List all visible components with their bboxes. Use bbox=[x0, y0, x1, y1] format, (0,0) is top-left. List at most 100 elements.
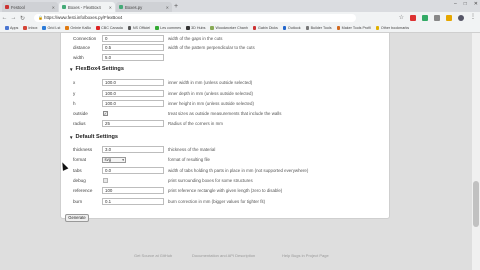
setting-description: inner depth in mm (unless outside select… bbox=[168, 91, 253, 96]
bookmark-label: Grid Lst bbox=[47, 26, 61, 30]
debug-checkbox[interactable] bbox=[103, 178, 108, 183]
flexbox-settings-header[interactable]: ▼ FlexBox4 Settings bbox=[69, 66, 124, 72]
new-tab-icon[interactable]: + bbox=[172, 3, 180, 11]
lock-icon: 🔒 bbox=[38, 15, 43, 20]
bookmark-item[interactable]: Onlnie KaBo bbox=[65, 26, 91, 30]
setting-description: width of the gaps in the cuts bbox=[168, 36, 223, 41]
bookmark-icon bbox=[305, 26, 310, 30]
setting-row: tabs width of tabs holding th parts in p… bbox=[73, 167, 308, 174]
bookmark-item[interactable]: 3D Hubs bbox=[186, 26, 205, 30]
bookmark-icon bbox=[127, 26, 132, 30]
scrollbar-thumb[interactable] bbox=[473, 181, 479, 227]
setting-label: h bbox=[73, 101, 76, 106]
folder-icon bbox=[375, 26, 380, 30]
default-settings-header[interactable]: ▼ Default Settings bbox=[69, 134, 118, 140]
bookmark-label: Les commes bbox=[160, 26, 182, 30]
extension-icon[interactable] bbox=[434, 14, 440, 21]
menu-icon[interactable]: ⋮ bbox=[470, 14, 476, 21]
bookmark-label: Builder Tools bbox=[310, 26, 332, 30]
h-input[interactable] bbox=[102, 100, 164, 107]
y-input[interactable] bbox=[102, 90, 164, 97]
setting-row: Connection width of the gaps in the cuts bbox=[73, 35, 222, 42]
setting-label: thickness bbox=[73, 147, 93, 152]
tabs-input[interactable] bbox=[102, 167, 164, 174]
reference-input[interactable] bbox=[102, 187, 164, 194]
bookmark-label: Woodworker Chanh bbox=[215, 26, 248, 30]
bookmark-icon bbox=[186, 26, 190, 30]
close-tab-icon[interactable]: ✕ bbox=[109, 5, 112, 10]
setting-label: reference bbox=[73, 188, 93, 193]
setting-label: outside bbox=[73, 111, 88, 116]
setting-label: format bbox=[73, 157, 87, 162]
bookmark-label: Gabin Dicks bbox=[257, 26, 278, 30]
setting-row: radius Radius of the corners in mm bbox=[73, 120, 223, 127]
setting-row: burn burn correction in mm (bigger value… bbox=[73, 198, 265, 205]
setting-description: width of the pattern perpendicular to th… bbox=[168, 45, 255, 50]
close-tab-icon[interactable]: ✕ bbox=[166, 5, 169, 10]
chevron-down-icon: ▾ bbox=[122, 157, 124, 162]
setting-input[interactable] bbox=[102, 35, 164, 42]
setting-description: Radius of the corners in mm bbox=[168, 121, 223, 126]
bookmark-label: Maker Tools Profil bbox=[341, 26, 371, 30]
bookmark-item[interactable]: Builder Tools bbox=[305, 26, 332, 30]
address-bar[interactable]: 🔒 https://www.festi.info/boxes.py/FlexBo… bbox=[34, 14, 356, 22]
setting-row: h inner height in mm (unless outside sel… bbox=[73, 100, 254, 107]
bookmark-item[interactable]: Woodworker Chanh bbox=[210, 26, 248, 30]
bookmark-item[interactable]: Maker Tools Profil bbox=[336, 26, 371, 30]
extension-icon[interactable] bbox=[410, 14, 416, 21]
bookmark-item[interactable]: Outlook bbox=[282, 26, 301, 30]
bookmark-item[interactable]: Grid Lst bbox=[42, 26, 60, 30]
bookmark-label: Outlook bbox=[287, 26, 301, 30]
browser-tab[interactable]: Boxes.py ✕ bbox=[116, 2, 172, 12]
setting-input[interactable] bbox=[102, 54, 164, 61]
setting-description: format of resulting file bbox=[168, 157, 210, 162]
radius-input[interactable] bbox=[102, 120, 164, 127]
profile-avatar[interactable] bbox=[458, 14, 464, 21]
setting-label: Connection bbox=[73, 36, 97, 41]
setting-label: burn bbox=[73, 199, 83, 204]
favicon-icon bbox=[119, 5, 123, 9]
minimize-icon[interactable]: – bbox=[454, 1, 457, 7]
bookmark-item[interactable]: NS Officiel bbox=[127, 26, 150, 30]
maximize-icon[interactable]: □ bbox=[464, 1, 467, 7]
section-title: FlexBox4 Settings bbox=[75, 66, 124, 72]
setting-row: width bbox=[73, 54, 164, 61]
setting-row: outside ✓ treat sizes as outside measure… bbox=[73, 110, 281, 117]
star-icon[interactable]: ☆ bbox=[399, 14, 404, 21]
browser-tab-active[interactable]: Boxes - FlexBox4 ✕ bbox=[59, 2, 115, 12]
setting-label: distance bbox=[73, 45, 91, 50]
close-window-icon[interactable]: ✕ bbox=[474, 1, 478, 7]
format-select[interactable]: svg ▾ bbox=[102, 156, 126, 163]
reload-icon[interactable]: ↻ bbox=[18, 15, 27, 22]
setting-label: radius bbox=[73, 121, 86, 126]
footer-link-help[interactable]: Help Bugs in Project Page bbox=[282, 253, 329, 258]
thickness-input[interactable] bbox=[102, 146, 164, 153]
setting-row: format svg ▾ format of resulting file bbox=[73, 156, 210, 163]
burn-input[interactable] bbox=[102, 198, 164, 205]
footer-link-docs[interactable]: Documentation and API Description bbox=[192, 253, 255, 258]
bookmark-item[interactable]: Apps bbox=[5, 26, 18, 30]
browser-tab[interactable]: Festool ✕ bbox=[2, 2, 58, 12]
setting-input[interactable] bbox=[102, 44, 164, 51]
extension-icon[interactable] bbox=[422, 14, 428, 21]
extension-icon[interactable] bbox=[446, 14, 452, 21]
setting-label: debug bbox=[73, 178, 86, 183]
close-tab-icon[interactable]: ✕ bbox=[52, 5, 55, 10]
bookmark-icon bbox=[155, 26, 159, 30]
generate-button[interactable]: Generate bbox=[65, 214, 89, 222]
bookmark-item[interactable]: CBC Canada bbox=[96, 26, 123, 30]
bookmark-item[interactable]: Gabin Dicks bbox=[252, 26, 278, 30]
setting-row: distance width of the pattern perpendicu… bbox=[73, 44, 255, 51]
setting-row: y inner depth in mm (unless outside sele… bbox=[73, 90, 253, 97]
bookmark-item[interactable]: Les commes bbox=[155, 26, 181, 30]
page-scrollbar[interactable] bbox=[472, 33, 480, 270]
x-input[interactable] bbox=[102, 79, 164, 86]
bookmark-item[interactable]: Inbox bbox=[23, 26, 37, 30]
outside-checkbox[interactable]: ✓ bbox=[103, 111, 108, 116]
forward-icon[interactable]: → bbox=[9, 15, 18, 21]
select-wrap: svg ▾ bbox=[102, 156, 164, 163]
back-icon[interactable]: ← bbox=[0, 15, 9, 21]
bookmark-item[interactable]: Other bookmarks bbox=[375, 26, 409, 30]
bookmark-label: Onlnie KaBo bbox=[70, 26, 92, 30]
footer-link-github[interactable]: Get Source at GitHub bbox=[134, 253, 172, 258]
